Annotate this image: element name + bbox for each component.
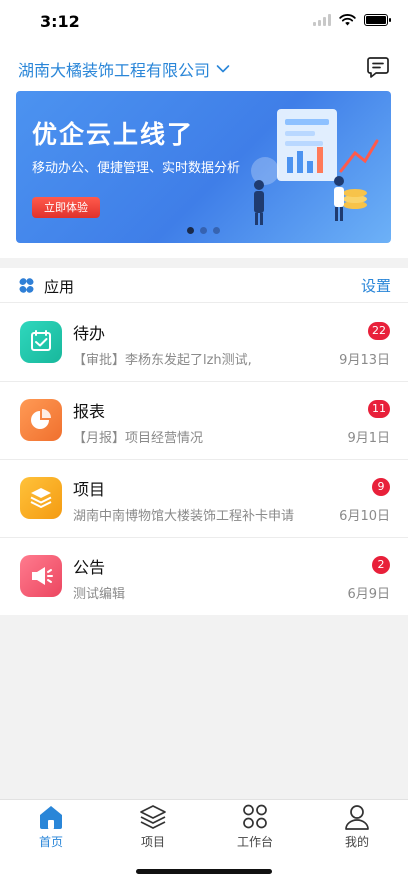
try-now-button[interactable]: 立即体验	[32, 197, 100, 218]
unread-badge: 9	[372, 478, 390, 496]
unread-badge: 2	[372, 556, 390, 574]
app-date: 9月13日	[339, 353, 390, 368]
tab-label: 我的	[344, 835, 369, 849]
wifi-icon	[339, 14, 356, 26]
banner-title: 优企云上线了	[32, 120, 195, 149]
unread-badge: 11	[368, 400, 390, 418]
megaphone-icon	[20, 555, 62, 597]
pagination-dot[interactable]	[200, 227, 207, 234]
settings-link[interactable]: 设置	[361, 275, 391, 296]
apps-section: 应用 设置 待办 【审批】李杨东发起了lzh测试, 9月13日 22 报表 【月…	[0, 268, 408, 615]
app-row-notice[interactable]: 公告 测试编辑 6月9日 2	[0, 538, 408, 616]
unread-badge: 22	[368, 322, 390, 340]
tab-home[interactable]: 首页	[0, 804, 102, 850]
promo-banner[interactable]: 优企云上线了 移动办公、便捷管理、实时数据分析 立即体验	[16, 91, 391, 243]
banner-illustration	[251, 109, 379, 225]
pie-chart-icon	[20, 399, 62, 441]
status-icons	[313, 14, 391, 26]
app-title: 公告	[73, 558, 106, 577]
layers-icon	[20, 477, 62, 519]
banner-pagination	[16, 227, 391, 234]
app-title: 报表	[73, 402, 106, 421]
app-date: 6月10日	[339, 509, 390, 524]
app-subtitle: 【审批】李杨东发起了lzh测试,	[73, 353, 252, 368]
status-bar: 3:12	[0, 0, 408, 44]
app-subtitle: 湖南中南博物馆大楼装饰工程补卡申请	[73, 509, 295, 524]
apps-title: 应用	[44, 278, 75, 296]
message-icon[interactable]	[366, 55, 390, 79]
tab-workbench[interactable]: 工作台	[204, 804, 306, 850]
pagination-dot[interactable]	[213, 227, 220, 234]
tab-mine[interactable]: 我的	[306, 804, 408, 850]
tab-project[interactable]: 项目	[102, 804, 204, 850]
app-subtitle: 测试编辑	[73, 587, 126, 602]
apps-grid-icon	[19, 278, 34, 293]
company-selector[interactable]: 湖南大橘装饰工程有限公司	[18, 57, 230, 81]
app-date: 9月1日	[347, 431, 390, 446]
layers-icon	[140, 805, 166, 829]
pagination-dot[interactable]	[187, 227, 194, 234]
home-indicator	[136, 869, 272, 874]
tab-label: 工作台	[236, 835, 273, 849]
app-subtitle: 【月报】项目经营情况	[73, 431, 204, 446]
app-title: 待办	[73, 324, 106, 343]
tab-label: 首页	[38, 835, 63, 849]
app-date: 6月9日	[347, 587, 390, 602]
banner-subtitle: 移动办公、便捷管理、实时数据分析	[32, 161, 241, 176]
todo-icon	[20, 321, 62, 363]
signal-icon	[313, 14, 331, 26]
workbench-icon	[243, 804, 267, 829]
status-time: 3:12	[40, 12, 80, 31]
app-row-report[interactable]: 报表 【月报】项目经营情况 9月1日 11	[0, 382, 408, 460]
app-row-project[interactable]: 项目 湖南中南博物馆大楼装饰工程补卡申请 6月10日 9	[0, 460, 408, 538]
home-icon	[40, 806, 62, 829]
battery-icon	[364, 14, 391, 26]
app-row-todo[interactable]: 待办 【审批】李杨东发起了lzh测试, 9月13日 22	[0, 304, 408, 382]
apps-header: 应用 设置	[0, 268, 408, 303]
chevron-down-icon	[216, 65, 230, 73]
header: 湖南大橘装饰工程有限公司 优企云上线了 移动办公、便捷管理、实时数据分析 立即体…	[0, 44, 408, 258]
user-icon	[345, 805, 369, 830]
company-name: 湖南大橘装饰工程有限公司	[18, 61, 211, 80]
tab-label: 项目	[140, 835, 165, 849]
app-title: 项目	[73, 480, 106, 499]
